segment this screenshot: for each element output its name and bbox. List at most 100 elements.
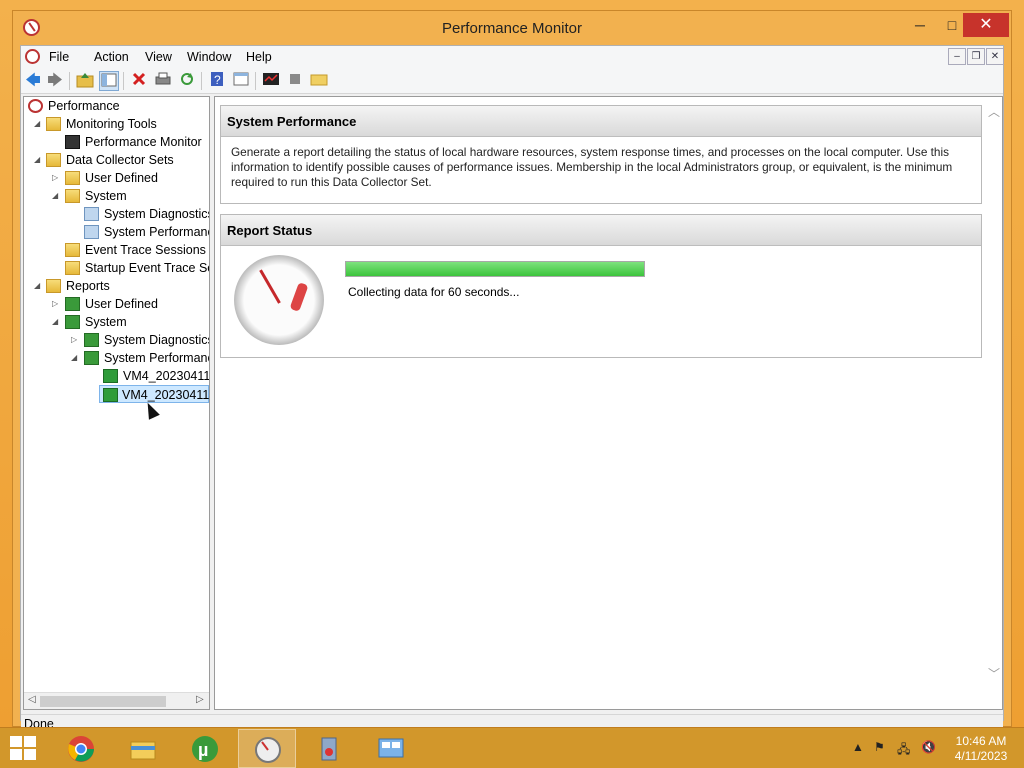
menu-action[interactable]: Action <box>94 50 129 64</box>
folder-icon <box>46 117 61 131</box>
content-vertical-scrollbar[interactable]: ︿ ﹀ <box>985 97 1002 709</box>
system-clock[interactable]: 10:46 AM 4/11/2023 <box>950 734 1012 764</box>
collapse-arrow-icon[interactable]: ◢ <box>34 151 44 169</box>
collapse-arrow-icon[interactable]: ◢ <box>71 349 81 367</box>
main-window: Performance Monitor ─ □ ✕ File Action Vi… <box>12 10 1012 732</box>
tree-item-label: User Defined <box>85 171 158 185</box>
security-panel-icon <box>321 737 337 761</box>
folder-icon <box>46 153 61 167</box>
section-title: Report Status <box>221 215 981 246</box>
window-title: Performance Monitor <box>441 20 583 37</box>
show-hide-tree-icon[interactable] <box>99 71 119 91</box>
mdi-close-button[interactable]: ✕ <box>986 48 1004 65</box>
volume-muted-icon[interactable]: 🔇 <box>921 740 936 754</box>
delete-icon[interactable] <box>129 71 149 91</box>
tree-item-label: VM4_20230411-( <box>122 388 210 402</box>
toolbar-separator <box>201 72 202 90</box>
expand-arrow-icon[interactable]: ▷ <box>71 331 81 349</box>
navigation-tree[interactable]: Performance ◢ Monitoring Tools Performan… <box>23 96 210 710</box>
back-arrow-icon[interactable]: 🡄 <box>23 71 43 91</box>
collapse-arrow-icon[interactable]: ◢ <box>52 313 62 331</box>
control-panel-icon <box>378 738 404 758</box>
file-explorer-icon <box>130 741 156 760</box>
report-folder-icon <box>65 297 80 311</box>
toolbar: 🡄 🡆 ? <box>21 68 1003 94</box>
collection-progress-bar <box>345 261 645 277</box>
minimize-button[interactable]: ─ <box>905 13 935 37</box>
expand-arrow-icon[interactable]: ▷ <box>52 295 62 313</box>
utorrent-taskbar-button[interactable]: µ <box>176 729 234 768</box>
windows-start-icon[interactable] <box>10 736 38 762</box>
scroll-right-icon[interactable]: ▷ <box>196 694 204 705</box>
report-icon <box>103 388 118 402</box>
up-folder-icon[interactable] <box>75 71 95 91</box>
menu-help[interactable]: Help <box>246 50 272 64</box>
report-folder-icon <box>84 351 99 365</box>
close-button[interactable]: ✕ <box>963 13 1009 37</box>
section-title: System Performance <box>221 106 981 137</box>
titlebar[interactable]: Performance Monitor ─ □ ✕ <box>13 11 1011 45</box>
forward-arrow-icon[interactable]: 🡆 <box>45 71 65 91</box>
scroll-up-icon[interactable]: ︿ <box>988 103 1000 120</box>
performance-gauge-icon <box>255 737 281 763</box>
performance-monitor-icon[interactable] <box>261 71 281 91</box>
network-icon[interactable]: 🖧 <box>897 740 910 761</box>
stop-icon[interactable] <box>285 71 305 91</box>
clock-time: 10:46 AM <box>955 734 1007 748</box>
tree-item-report-vm4-2[interactable]: VM4_20230411-( <box>99 385 209 403</box>
desktop-background <box>0 0 1024 10</box>
help-icon[interactable]: ? <box>207 71 227 91</box>
chrome-icon <box>68 736 94 762</box>
report-status-section: Report Status Collecting data for 60 sec… <box>220 214 982 358</box>
status-message: Collecting data for 60 seconds... <box>348 285 520 299</box>
svg-text:µ: µ <box>198 740 208 760</box>
file-explorer-taskbar-button[interactable] <box>114 729 172 768</box>
tree-item-label: Startup Event Trace Ses <box>85 261 210 275</box>
properties-icon[interactable] <box>231 71 251 91</box>
system-performance-section: System Performance Generate a report det… <box>220 105 982 204</box>
tree-item-label: System Performanc <box>104 351 210 365</box>
action-center-flag-icon[interactable]: ⚑ <box>874 740 885 754</box>
menubar: File Action View Window Help – ❐ ✕ <box>21 46 1004 68</box>
toolbar-separator <box>255 72 256 90</box>
security-app-taskbar-button[interactable] <box>300 729 358 768</box>
tree-item-label: System Diagnostics <box>104 333 210 347</box>
clock-date: 4/11/2023 <box>954 749 1008 763</box>
tree-item-label: User Defined <box>85 297 158 311</box>
taskbar: µ ▲ ⚑ 🖧 🔇 10:46 AM 4/11/2023 <box>0 727 1024 768</box>
tree-item-label: Reports <box>66 279 110 293</box>
monitor-chart-icon <box>65 135 80 149</box>
chrome-taskbar-button[interactable] <box>52 729 110 768</box>
tree-item-label: System Performanc <box>104 225 210 239</box>
mdi-minimize-button[interactable]: – <box>948 48 966 65</box>
open-folder-icon[interactable] <box>309 71 329 91</box>
gauge-red-zone <box>289 282 309 312</box>
collapse-arrow-icon[interactable]: ◢ <box>52 187 62 205</box>
menu-view[interactable]: View <box>145 50 172 64</box>
tree-item-label: Performance <box>48 99 120 113</box>
collapse-arrow-icon[interactable]: ◢ <box>34 277 44 295</box>
scrollbar-thumb[interactable] <box>40 696 166 707</box>
show-hidden-icons-icon[interactable]: ▲ <box>852 740 864 754</box>
user-folder-icon <box>65 171 80 185</box>
performance-icon <box>28 99 43 113</box>
collapse-arrow-icon[interactable]: ◢ <box>34 115 44 133</box>
menu-file[interactable]: File <box>49 50 69 64</box>
expand-arrow-icon[interactable]: ▷ <box>52 169 62 187</box>
menu-window[interactable]: Window <box>187 50 231 64</box>
tree-horizontal-scrollbar[interactable]: ◁ ▷ <box>24 692 209 709</box>
control-panel-taskbar-button[interactable] <box>362 729 420 768</box>
desktop-background <box>1010 0 1024 727</box>
print-icon[interactable] <box>153 71 173 91</box>
mmc-icon[interactable] <box>25 49 40 64</box>
scroll-down-icon[interactable]: ﹀ <box>988 665 1000 682</box>
tree-item-label: System Diagnostics <box>104 207 210 221</box>
mdi-restore-button[interactable]: ❐ <box>967 48 985 65</box>
scroll-left-icon[interactable]: ◁ <box>28 694 36 705</box>
report-icon <box>103 369 118 383</box>
performance-monitor-taskbar-button[interactable] <box>238 729 296 768</box>
report-folder-icon <box>65 315 80 329</box>
gauge-needle <box>259 269 281 304</box>
report-content-pane: System Performance Generate a report det… <box>214 96 1003 710</box>
refresh-icon[interactable] <box>177 71 197 91</box>
